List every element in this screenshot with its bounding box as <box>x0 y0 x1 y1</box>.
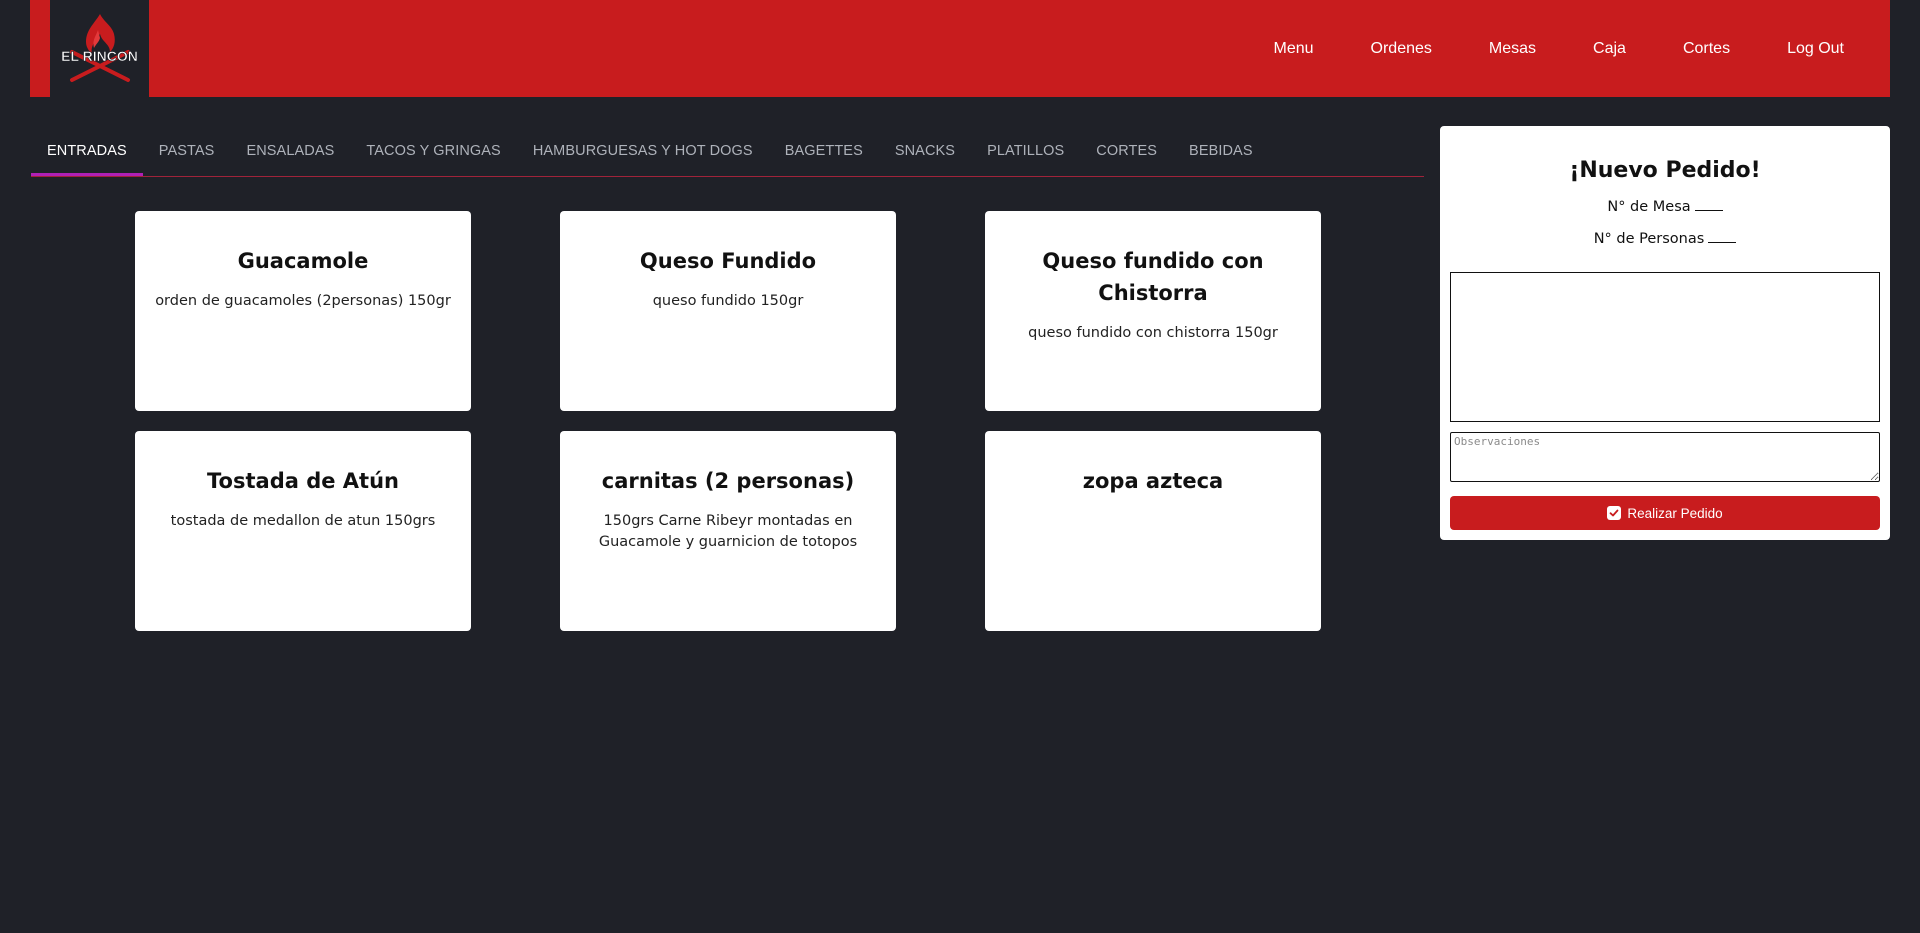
nav-cortes[interactable]: Cortes <box>1683 40 1730 58</box>
main-nav: Menu Ordenes Mesas Caja Cortes Log Out <box>1217 0 1845 97</box>
menu-item-card[interactable]: carnitas (2 personas) 150grs Carne Ribey… <box>560 431 896 631</box>
menu-item-name: Queso Fundido <box>639 249 817 273</box>
tab-platillos[interactable]: PLATILLOS <box>971 133 1080 175</box>
submit-order-button[interactable]: Realizar Pedido <box>1450 496 1880 530</box>
tab-bagettes[interactable]: BAGETTES <box>769 133 879 175</box>
table-number-label: N° de Mesa <box>1607 199 1691 215</box>
tab-tacos-y-gringas[interactable]: TACOS Y GRINGAS <box>350 133 516 175</box>
tab-cortes[interactable]: CORTES <box>1080 133 1173 175</box>
nav-caja[interactable]: Caja <box>1593 40 1626 58</box>
nav-logout[interactable]: Log Out <box>1787 40 1844 58</box>
menu-item-description: tostada de medallon de atun 150grs <box>170 513 436 529</box>
svg-text:EL RINCON: EL RINCON <box>61 48 138 64</box>
menu-item-name: Queso fundido con Chistorra <box>1042 249 1264 305</box>
menu-item-description: queso fundido con chistorra 150gr <box>1028 325 1278 341</box>
table-number-field[interactable]: N° de Mesa <box>1440 197 1890 217</box>
menu-item-description: orden de guacamoles (2personas) 150gr <box>155 293 451 309</box>
menu-item-description: queso fundido 150gr <box>652 293 804 309</box>
nav-mesas[interactable]: Mesas <box>1489 40 1536 58</box>
tab-snacks[interactable]: SNACKS <box>879 133 971 175</box>
menu-item-card[interactable]: Queso fundido con Chistorra queso fundid… <box>985 211 1321 411</box>
tab-pastas[interactable]: PASTAS <box>143 133 231 175</box>
nav-menu[interactable]: Menu <box>1274 40 1314 58</box>
submit-order-label: Realizar Pedido <box>1627 505 1723 521</box>
menu-item-description: 150grs Carne Ribeyr montadas en Guacamol… <box>598 513 858 550</box>
table-number-blank[interactable] <box>1694 197 1723 211</box>
menu-item-name: Guacamole <box>237 249 369 273</box>
restaurant-logo[interactable]: EL RINCON <box>50 0 149 97</box>
menu-item-name: carnitas (2 personas) <box>601 469 855 493</box>
top-navbar: EL RINCON Menu Ordenes Mesas Caja Cortes… <box>30 0 1890 97</box>
tab-entradas[interactable]: ENTRADAS <box>31 133 143 176</box>
nav-ordenes[interactable]: Ordenes <box>1371 40 1432 58</box>
tab-ensaladas[interactable]: ENSALADAS <box>230 133 350 175</box>
check-icon <box>1607 506 1622 520</box>
tab-bebidas[interactable]: BEBIDAS <box>1173 133 1269 175</box>
menu-item-card[interactable]: Guacamole orden de guacamoles (2personas… <box>135 211 471 411</box>
menu-item-name: Tostada de Atún <box>207 469 399 493</box>
people-count-label: N° de Personas <box>1593 231 1705 247</box>
menu-item-card[interactable]: zopa azteca <box>985 431 1321 631</box>
people-count-field[interactable]: N° de Personas <box>1440 229 1890 249</box>
tab-hamburguesas-y-hot-dogs[interactable]: HAMBURGUESAS Y HOT DOGS <box>517 133 769 175</box>
menu-item-name: zopa azteca <box>1082 469 1224 493</box>
observations-textarea[interactable] <box>1450 432 1880 482</box>
menu-item-card[interactable]: Queso Fundido queso fundido 150gr <box>560 211 896 411</box>
flame-grill-logo-icon: EL RINCON <box>61 14 138 82</box>
category-tabs: ENTRADAS PASTAS ENSALADAS TACOS Y GRINGA… <box>31 133 1424 177</box>
order-items-list[interactable] <box>1450 272 1880 422</box>
order-title: ¡Nuevo Pedido! <box>1569 158 1761 183</box>
menu-item-card[interactable]: Tostada de Atún tostada de medallon de a… <box>135 431 471 631</box>
people-count-blank[interactable] <box>1708 229 1737 243</box>
new-order-panel: ¡Nuevo Pedido! N° de Mesa N° de Personas… <box>1440 126 1890 540</box>
